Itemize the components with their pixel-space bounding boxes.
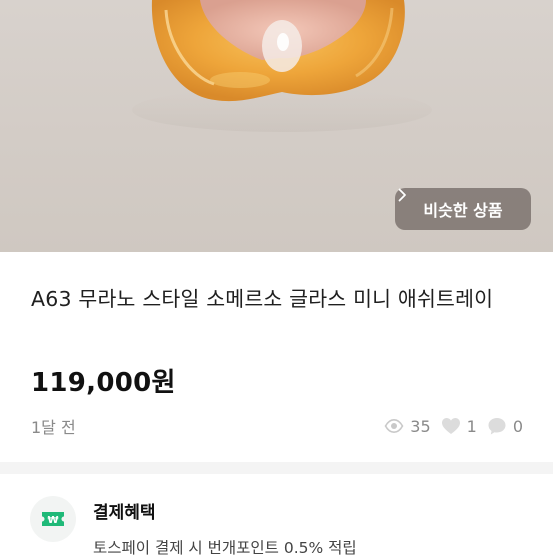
benefit-icon-wrap: ₩ — [30, 496, 76, 542]
benefit-title: 결제혜택 — [93, 503, 156, 523]
posted-time: 1달 전 — [31, 418, 76, 437]
product-stats: 35 1 0 — [384, 416, 523, 436]
product-photo[interactable]: 비슷한 상품 — [0, 0, 553, 252]
chat-bubble-icon — [488, 418, 506, 435]
won-ticket-icon: ₩ — [42, 512, 64, 526]
likes-count: 1 — [466, 416, 477, 436]
chats-stat: 0 — [487, 416, 523, 436]
product-price: 119,000원 — [31, 368, 176, 398]
views-stat: 35 — [384, 416, 431, 436]
chats-count: 0 — [512, 416, 523, 436]
chevron-right-icon — [398, 188, 406, 202]
similar-products-button[interactable]: 비슷한 상품 — [395, 188, 531, 230]
section-divider — [0, 462, 553, 474]
likes-stat: 1 — [441, 417, 477, 436]
similar-products-label: 비슷한 상품 — [423, 201, 503, 220]
product-meta-row: 1달 전 35 1 0 — [31, 414, 523, 438]
benefit-description: 토스페이 결제 시 번개포인트 0.5% 적립 — [93, 539, 357, 557]
svg-text:₩: ₩ — [47, 515, 58, 526]
product-title: A63 무라노 스타일 소메르소 글라스 미니 애쉬트레이 — [31, 287, 494, 311]
eye-icon — [384, 418, 404, 434]
views-count: 35 — [410, 416, 431, 436]
heart-icon — [441, 418, 460, 434]
